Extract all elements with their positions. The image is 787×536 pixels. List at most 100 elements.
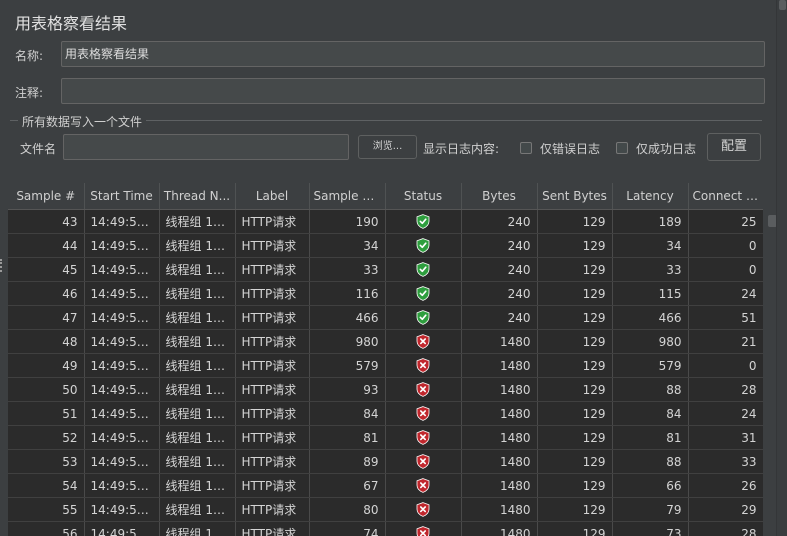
- thread-name-cell: 线程组 1-14: [159, 473, 236, 498]
- column-header-status[interactable]: Status: [385, 183, 462, 210]
- sample-time-cell: 579: [309, 353, 386, 378]
- connect-time-cell: 26: [688, 473, 763, 498]
- label-cell: HTTP请求: [235, 401, 310, 426]
- column-header-bytes[interactable]: Bytes: [461, 183, 538, 210]
- bytes-cell: 240: [461, 233, 538, 258]
- table-row[interactable]: 46 14:49:53.... 线程组 1-18 HTTP请求 116 240 129 115…: [8, 281, 763, 306]
- column-header-thread-name[interactable]: Thread N...: [159, 183, 236, 210]
- column-header-connect-time[interactable]: Connect T...: [688, 183, 763, 210]
- connect-time-cell: 25: [688, 209, 763, 234]
- label-cell: HTTP请求: [235, 377, 310, 402]
- thread-name-cell: 线程组 1-14: [159, 353, 236, 378]
- status-cell: [385, 377, 462, 402]
- start-time-cell: 14:49:54....: [84, 449, 160, 474]
- latency-cell: 73: [612, 521, 689, 536]
- bytes-cell: 240: [461, 281, 538, 306]
- start-time-cell: 14:49:53....: [84, 209, 160, 234]
- group-border-left: [10, 120, 18, 121]
- latency-cell: 81: [612, 425, 689, 450]
- sample-time-cell: 190: [309, 209, 386, 234]
- connect-time-cell: 51: [688, 305, 763, 330]
- table-row[interactable]: 47 14:49:53.... 线程组 1-10 HTTP请求 466 240 129 466…: [8, 305, 763, 330]
- status-cell: [385, 473, 462, 498]
- table-row[interactable]: 54 14:49:54.... 线程组 1-14 HTTP请求 67 1480 129 66 2…: [8, 473, 763, 498]
- shield-check-icon: [416, 286, 430, 301]
- sent-bytes-cell: 129: [537, 449, 613, 474]
- label-cell: HTTP请求: [235, 425, 310, 450]
- sent-bytes-cell: 129: [537, 329, 613, 354]
- sample-time-cell: 33: [309, 257, 386, 282]
- latency-cell: 115: [612, 281, 689, 306]
- sent-bytes-cell: 129: [537, 353, 613, 378]
- table-row[interactable]: 56 14:49:54.... 线程组 1-14 HTTP请求 74 1480 129 73 2…: [8, 521, 763, 536]
- latency-cell: 33: [612, 257, 689, 282]
- connect-time-cell: 28: [688, 521, 763, 536]
- label-cell: HTTP请求: [235, 329, 310, 354]
- success-only-checkbox[interactable]: [616, 142, 628, 154]
- table-row[interactable]: 53 14:49:54.... 线程组 1-11 HTTP请求 89 1480 129 88 3…: [8, 449, 763, 474]
- column-header-label[interactable]: Label: [235, 183, 310, 210]
- status-cell: [385, 353, 462, 378]
- thread-name-cell: 线程组 1-18: [159, 281, 236, 306]
- table-row[interactable]: 51 14:49:54.... 线程组 1-14 HTTP请求 84 1480 129 84 2…: [8, 401, 763, 426]
- column-header-sample-time[interactable]: Sample Ti...: [309, 183, 386, 210]
- log-content-label: 显示日志内容:: [423, 142, 500, 156]
- connect-time-cell: 28: [688, 377, 763, 402]
- sample-time-cell: 34: [309, 233, 386, 258]
- panel-scrollbar-thumb[interactable]: [779, 0, 786, 10]
- table-row[interactable]: 43 14:49:53.... 线程组 1-16 HTTP请求 190 240 129 189…: [8, 209, 763, 234]
- bytes-cell: 1480: [461, 497, 538, 522]
- table-row[interactable]: 44 14:49:53.... 线程组 1-12 HTTP请求 34 240 129 34 0: [8, 233, 763, 258]
- sample-cell: 51: [8, 401, 85, 426]
- bytes-cell: 1480: [461, 521, 538, 536]
- status-cell: [385, 233, 462, 258]
- column-header-start-time[interactable]: Start Time: [84, 183, 160, 210]
- thread-name-cell: 线程组 1-12: [159, 233, 236, 258]
- shield-check-icon: [416, 238, 430, 253]
- browse-button[interactable]: 浏览...: [358, 135, 417, 159]
- shield-x-icon: [416, 478, 430, 493]
- name-field[interactable]: 用表格察看结果: [61, 41, 765, 67]
- start-time-cell: 14:49:54....: [84, 401, 160, 426]
- sent-bytes-cell: 129: [537, 281, 613, 306]
- bytes-cell: 1480: [461, 425, 538, 450]
- connect-time-cell: 24: [688, 401, 763, 426]
- table-row[interactable]: 52 14:49:54.... 线程组 1-14 HTTP请求 81 1480 129 81 3…: [8, 425, 763, 450]
- errors-only-checkbox[interactable]: [520, 142, 532, 154]
- name-label: 名称:: [15, 49, 44, 63]
- comment-field[interactable]: [61, 78, 765, 104]
- column-header-latency[interactable]: Latency: [612, 183, 689, 210]
- splitter-grip-icon[interactable]: [0, 259, 5, 272]
- label-cell: HTTP请求: [235, 281, 310, 306]
- table-row[interactable]: 49 14:49:53.... 线程组 1-14 HTTP请求 579 1480 129 57…: [8, 353, 763, 378]
- table-row[interactable]: 50 14:49:54.... 线程组 1-11 HTTP请求 93 1480 129 88 2…: [8, 377, 763, 402]
- table-row[interactable]: 48 14:49:53.... 线程组 1-11 HTTP请求 980 1480 129 98…: [8, 329, 763, 354]
- thread-name-cell: 线程组 1-10: [159, 305, 236, 330]
- sample-cell: 54: [8, 473, 85, 498]
- thread-name-cell: 线程组 1-14: [159, 521, 236, 536]
- bytes-cell: 1480: [461, 353, 538, 378]
- latency-cell: 579: [612, 353, 689, 378]
- panel-scrollbar[interactable]: [776, 0, 787, 536]
- status-cell: [385, 209, 462, 234]
- thread-name-cell: 线程组 1-17: [159, 257, 236, 282]
- sample-time-cell: 84: [309, 401, 386, 426]
- configure-button[interactable]: 配置: [707, 133, 761, 161]
- sent-bytes-cell: 129: [537, 401, 613, 426]
- label-cell: HTTP请求: [235, 209, 310, 234]
- filename-field[interactable]: [63, 134, 349, 160]
- connect-time-cell: 0: [688, 257, 763, 282]
- column-header-sent-bytes[interactable]: Sent Bytes: [537, 183, 613, 210]
- sample-cell: 50: [8, 377, 85, 402]
- table-row[interactable]: 55 14:49:54.... 线程组 1-11 HTTP请求 80 1480 129 79 2…: [8, 497, 763, 522]
- sent-bytes-cell: 129: [537, 425, 613, 450]
- connect-time-cell: 24: [688, 281, 763, 306]
- start-time-cell: 14:49:54....: [84, 521, 160, 536]
- column-header-sample[interactable]: Sample #: [8, 183, 85, 210]
- status-cell: [385, 305, 462, 330]
- table-row[interactable]: 45 14:49:53.... 线程组 1-17 HTTP请求 33 240 129 33 0: [8, 257, 763, 282]
- thread-name-cell: 线程组 1-11: [159, 449, 236, 474]
- sample-time-cell: 67: [309, 473, 386, 498]
- connect-time-cell: 21: [688, 329, 763, 354]
- sent-bytes-cell: 129: [537, 233, 613, 258]
